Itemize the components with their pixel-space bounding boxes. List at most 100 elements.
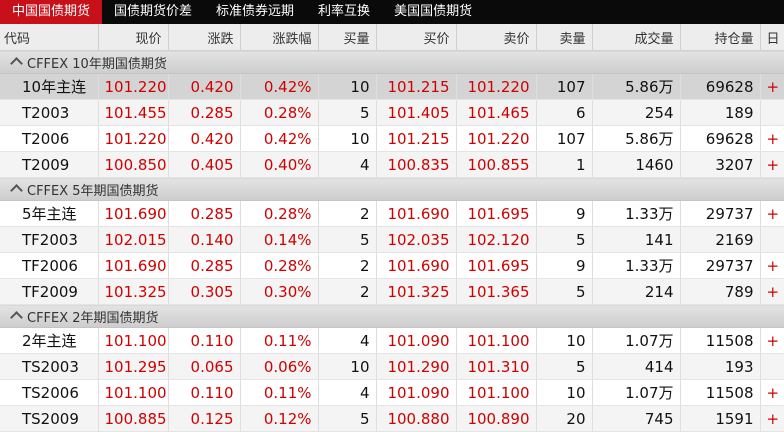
tab-treasury-futures-spread[interactable]: 国债期货价差: [102, 0, 204, 24]
group-header-cell[interactable]: CFFEX 2年期国债期货: [0, 304, 784, 328]
contract-code-cell: 2年主连: [0, 327, 99, 354]
table-row[interactable]: TF2009 101.325 0.305 0.30% 2 101.325 101.365 5 2…: [0, 278, 784, 305]
collapse-chevron-icon[interactable]: [10, 310, 23, 324]
contract-code-cell: T2006: [0, 125, 99, 152]
change-pct-cell: 0.06%: [240, 353, 319, 380]
bid-price-cell: 101.215: [376, 125, 457, 152]
open-interest-cell: 2169: [680, 226, 761, 253]
open-interest-cell: 69628: [680, 125, 761, 152]
table-row[interactable]: TF2003 102.015 0.140 0.14% 5 102.035 102.120 5 1…: [0, 226, 784, 253]
contract-code-cell: TF2003: [0, 226, 99, 253]
bid-volume-cell: 4: [318, 327, 377, 354]
col-header-volume[interactable]: 成交量: [592, 24, 681, 51]
last-price-cell: 101.220: [98, 73, 169, 100]
group-title: CFFEX 10年期国债期货: [27, 56, 167, 72]
table-row[interactable]: TS2003 101.295 0.065 0.06% 10 101.290 101.310 5…: [0, 353, 784, 380]
collapse-chevron-icon[interactable]: [10, 183, 23, 197]
col-header-code[interactable]: 代码: [0, 24, 99, 51]
ask-price-cell: 101.695: [456, 252, 537, 279]
col-header-open-interest[interactable]: 持仓量: [680, 24, 761, 51]
bid-volume-cell: 4: [318, 151, 377, 178]
bid-price-cell: 100.835: [376, 151, 457, 178]
table-row[interactable]: 5年主连 101.690 0.285 0.28% 2 101.690 101.695 9 1.3…: [0, 200, 784, 227]
change-pct-cell: 0.28%: [240, 200, 319, 227]
tab-china-treasury-futures[interactable]: 中国国债期货: [0, 0, 103, 24]
table-row[interactable]: T2006 101.220 0.420 0.42% 10 101.215 101.220 10…: [0, 125, 784, 152]
bid-price-cell: 101.405: [376, 99, 457, 126]
contract-code-cell: 10年主连: [0, 73, 99, 100]
open-interest-cell: 69628: [680, 73, 761, 100]
bid-volume-cell: 4: [318, 379, 377, 406]
open-interest-cell: 189: [680, 99, 761, 126]
tab-standard-bond-forward[interactable]: 标准债券远期: [204, 0, 306, 24]
open-interest-cell: 11508: [680, 379, 761, 406]
open-interest-cell: 193: [680, 353, 761, 380]
group-header-cell[interactable]: CFFEX 5年期国债期货: [0, 177, 784, 201]
bid-volume-cell: 2: [318, 252, 377, 279]
collapse-chevron-icon[interactable]: [10, 56, 23, 70]
daily-change-cell: +: [760, 151, 784, 178]
table-row[interactable]: TS2006 101.100 0.110 0.11% 4 101.090 101.100 10…: [0, 379, 784, 406]
col-header-change[interactable]: 涨跌: [168, 24, 241, 51]
ask-price-cell: 101.220: [456, 73, 537, 100]
table-row[interactable]: TS2009 100.885 0.125 0.12% 5 100.880 100.890 20…: [0, 405, 784, 432]
daily-change-cell: +: [760, 327, 784, 354]
bid-price-cell: 101.690: [376, 200, 457, 227]
last-price-cell: 101.455: [98, 99, 169, 126]
last-price-cell: 101.100: [98, 327, 169, 354]
change-pct-cell: 0.11%: [240, 379, 319, 406]
ask-price-cell: 100.855: [456, 151, 537, 178]
change-cell: 0.110: [168, 379, 241, 406]
bid-volume-cell: 2: [318, 278, 377, 305]
tab-interest-rate-swap[interactable]: 利率互换: [306, 0, 382, 24]
volume-cell: 5.86万: [592, 73, 681, 100]
ask-price-cell: 101.100: [456, 379, 537, 406]
daily-change-cell: +: [760, 200, 784, 227]
change-pct-cell: 0.12%: [240, 405, 319, 432]
change-pct-cell: 0.40%: [240, 151, 319, 178]
group-title: CFFEX 5年期国债期货: [27, 183, 159, 199]
table-row[interactable]: 2年主连 101.100 0.110 0.11% 4 101.090 101.100 10 1.…: [0, 327, 784, 354]
ask-price-cell: 101.695: [456, 200, 537, 227]
daily-change-cell: +: [760, 278, 784, 305]
table-row[interactable]: 10年主连 101.220 0.420 0.42% 10 101.215 101.220 10…: [0, 73, 784, 100]
ask-volume-cell: 5: [536, 226, 593, 253]
bid-volume-cell: 10: [318, 73, 377, 100]
col-header-bid[interactable]: 买价: [376, 24, 457, 51]
volume-cell: 1460: [592, 151, 681, 178]
group-header[interactable]: CFFEX 2年期国债期货: [0, 304, 784, 328]
ask-volume-cell: 6: [536, 99, 593, 126]
bid-price-cell: 100.880: [376, 405, 457, 432]
change-cell: 0.420: [168, 125, 241, 152]
table-row[interactable]: T2009 100.850 0.405 0.40% 4 100.835 100.855 1 14…: [0, 151, 784, 178]
change-pct-cell: 0.14%: [240, 226, 319, 253]
bid-volume-cell: 2: [318, 200, 377, 227]
group-header[interactable]: CFFEX 10年期国债期货: [0, 50, 784, 74]
ask-price-cell: 101.365: [456, 278, 537, 305]
open-interest-cell: 1591: [680, 405, 761, 432]
group-header[interactable]: CFFEX 5年期国债期货: [0, 177, 784, 201]
last-price-cell: 101.325: [98, 278, 169, 305]
col-header-bid-volume[interactable]: 买量: [318, 24, 377, 51]
ask-volume-cell: 1: [536, 151, 593, 178]
col-header-price[interactable]: 现价: [98, 24, 169, 51]
change-cell: 0.405: [168, 151, 241, 178]
group-header-cell[interactable]: CFFEX 10年期国债期货: [0, 50, 784, 74]
contract-code-cell: T2009: [0, 151, 99, 178]
change-cell: 0.285: [168, 200, 241, 227]
volume-cell: 141: [592, 226, 681, 253]
col-header-ask[interactable]: 卖价: [456, 24, 537, 51]
daily-change-cell: +: [760, 379, 784, 406]
col-header-change-pct[interactable]: 涨跌幅: [240, 24, 319, 51]
daily-change-cell: [760, 353, 784, 380]
ask-price-cell: 101.220: [456, 125, 537, 152]
col-header-daily[interactable]: 日: [760, 24, 784, 51]
table-row[interactable]: TF2006 101.690 0.285 0.28% 2 101.690 101.695 9 1…: [0, 252, 784, 279]
bid-volume-cell: 5: [318, 99, 377, 126]
col-header-ask-volume[interactable]: 卖量: [536, 24, 593, 51]
market-tab-bar: 中国国债期货 国债期货价差 标准债券远期 利率互换 美国国债期货: [0, 0, 784, 24]
table-row[interactable]: T2003 101.455 0.285 0.28% 5 101.405 101.465 6 25…: [0, 99, 784, 126]
ask-volume-cell: 107: [536, 125, 593, 152]
daily-change-cell: +: [760, 252, 784, 279]
tab-us-treasury-futures[interactable]: 美国国债期货: [382, 0, 484, 24]
